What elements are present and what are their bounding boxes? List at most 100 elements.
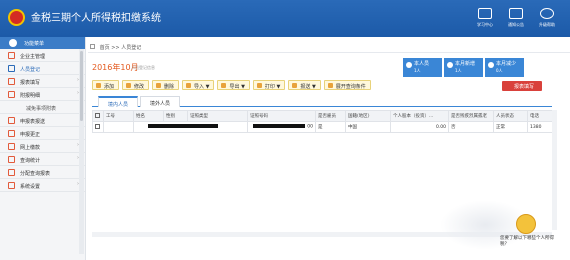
sidebar-item-query[interactable]: 查询统计 › — [0, 153, 85, 166]
submit-dropdown-button[interactable]: 报送 ▼ — [288, 80, 321, 90]
sidebar-subitem-reduction[interactable]: 减免事项附表 — [0, 101, 85, 114]
tax-emblem-logo — [8, 9, 25, 26]
help-button[interactable]: 升级帮助 — [532, 8, 562, 28]
table-vertical-scrollbar[interactable] — [552, 110, 557, 230]
form-fill-icon — [8, 78, 15, 85]
home-icon — [90, 44, 95, 49]
row-checkbox[interactable] — [95, 124, 100, 129]
print-icon — [256, 83, 262, 88]
import-icon — [186, 83, 192, 88]
expand-query-button[interactable]: 展开查询条件 — [323, 80, 371, 90]
delete-icon — [156, 83, 162, 88]
column-header[interactable]: 工号 — [103, 110, 134, 122]
person-table: 工号 姓名 性别 证照类型 证照号码 是否雇员 国籍(地区) 个人股本（投资）.… — [92, 110, 553, 133]
table-header-row: 工号 姓名 性别 证照类型 证照号码 是否雇员 国籍(地区) 个人股本（投资）.… — [92, 110, 553, 122]
column-header[interactable]: 证照号码 — [247, 110, 316, 122]
column-header[interactable]: 国籍(地区) — [345, 110, 391, 122]
breadcrumb: 首页 >> 人员登记 — [88, 44, 570, 53]
redacted-name-mark — [148, 124, 218, 129]
report-fill-button[interactable]: 报表填写 — [502, 81, 542, 91]
column-header[interactable]: 人员状态 — [493, 110, 528, 122]
column-header[interactable]: 个人股本（投资）... — [390, 110, 449, 122]
assistant-prompt[interactable]: 您要了解以下哪些个人所得税？ — [500, 236, 560, 248]
breadcrumb-separator: >> — [111, 45, 120, 51]
table-row[interactable]: 00 是 中国 0.00 否 正常 1380 — [92, 121, 553, 133]
building-icon — [8, 52, 15, 59]
cell-status: 正常 — [493, 121, 528, 133]
tab-domestic[interactable]: 境内人员 — [98, 96, 138, 108]
cell-disabled: 否 — [448, 121, 494, 133]
submit-icon — [292, 83, 298, 88]
payment-icon — [8, 143, 15, 150]
breadcrumb-home[interactable]: 首页 — [100, 45, 110, 51]
stat-total[interactable]: 本人员 1人 — [403, 58, 442, 77]
select-all-cell[interactable] — [92, 110, 104, 122]
study-center-button[interactable]: 学习中心 — [470, 8, 500, 28]
sidebar-item-submit[interactable]: 申报表报送 — [0, 114, 85, 127]
app-title: 金税三期个人所得税扣缴系统 — [31, 13, 161, 24]
breadcrumb-current: 人员登记 — [121, 45, 142, 51]
toolbar: 添加 修改 删除 导入 ▼ 导出 ▼ 打印 ▼ 报送 ▼ 展开查询条件 — [92, 80, 374, 92]
stat-added[interactable]: 本月新增 1人 — [444, 58, 483, 77]
sidebar-scroll-thumb[interactable] — [80, 51, 83, 121]
cell-redacted — [133, 121, 248, 133]
cell-id — [103, 121, 134, 133]
title-bar: 金税三期个人所得税扣缴系统 学习中心 通知公告 升级帮助 — [0, 0, 570, 37]
export-icon — [221, 83, 227, 88]
study-center-icon — [478, 8, 492, 19]
cell-employee: 是 — [315, 121, 346, 133]
select-all-checkbox[interactable] — [95, 113, 100, 118]
cell-shares: 0.00 — [390, 121, 449, 133]
sidebar-item-report[interactable]: 分配查询报表 — [0, 166, 85, 179]
export-button[interactable]: 导出 ▼ — [217, 80, 250, 90]
cell-id-number: 00 — [247, 121, 316, 133]
column-header[interactable]: 姓名 — [133, 110, 164, 122]
assistant-avatar-icon[interactable] — [516, 214, 536, 234]
correct-icon — [8, 130, 15, 137]
import-button[interactable]: 导入 ▼ — [182, 80, 215, 90]
page-subtitle: 人员登记信息 — [131, 65, 155, 70]
attachment-icon — [8, 91, 15, 98]
menu-icon — [9, 39, 17, 47]
app-root: 金税三期个人所得税扣缴系统 学习中心 通知公告 升级帮助 功能菜单 企业主管理 … — [0, 0, 570, 260]
sidebar-item-person-register[interactable]: 人员登记 — [0, 62, 85, 75]
sidebar-header[interactable]: 功能菜单 — [0, 37, 85, 49]
sidebar-item-correct[interactable]: 申报更正 — [0, 127, 85, 140]
notice-icon — [509, 8, 523, 19]
filter-icon — [327, 83, 333, 88]
sidebar-item-settings[interactable]: 系统设置 › — [0, 179, 85, 192]
sidebar-item-form-fill[interactable]: 报表填写 › — [0, 75, 85, 88]
person-remove-icon — [488, 62, 494, 68]
column-header[interactable]: 证照类型 — [187, 110, 248, 122]
person-icon — [406, 62, 412, 68]
cell-phone: 1380 — [527, 121, 553, 133]
person-add-icon — [447, 62, 453, 68]
sidebar-item-payment[interactable]: 网上缴款 › — [0, 140, 85, 153]
edit-button[interactable]: 修改 — [122, 80, 150, 90]
sidebar-item-company[interactable]: 企业主管理 — [0, 49, 85, 62]
column-header[interactable]: 是否雇员 — [315, 110, 346, 122]
stat-reduced[interactable]: 本月减少 0人 — [485, 58, 524, 77]
redacted-id-mark — [253, 124, 306, 129]
column-header[interactable]: 性别 — [163, 110, 188, 122]
print-button[interactable]: 打印 ▼ — [252, 80, 286, 90]
submit-icon — [8, 117, 15, 124]
report-icon — [8, 169, 15, 176]
person-register-icon — [8, 65, 15, 72]
add-button[interactable]: 添加 — [92, 80, 120, 90]
query-icon — [8, 156, 15, 163]
edit-icon — [126, 83, 132, 88]
row-select-cell[interactable] — [92, 121, 104, 133]
notice-button[interactable]: 通知公告 — [501, 8, 531, 28]
delete-button[interactable]: 删除 — [152, 80, 180, 90]
sidebar: 功能菜单 企业主管理 人员登记 报表填写 › 附报明细 › 减免事项附表 申报表… — [0, 37, 86, 260]
add-icon — [96, 83, 101, 88]
sidebar-item-attachment[interactable]: 附报明细 › — [0, 88, 85, 101]
tab-foreign[interactable]: 境外人员 — [140, 96, 180, 107]
column-header[interactable]: 是否残疾烈属孤老 — [448, 110, 494, 122]
help-icon — [540, 8, 554, 19]
tab-bar: 境内人员 境外人员 — [92, 96, 552, 108]
cell-nationality: 中国 — [345, 121, 391, 133]
column-header[interactable]: 电话 — [527, 110, 553, 122]
settings-icon — [8, 182, 15, 189]
